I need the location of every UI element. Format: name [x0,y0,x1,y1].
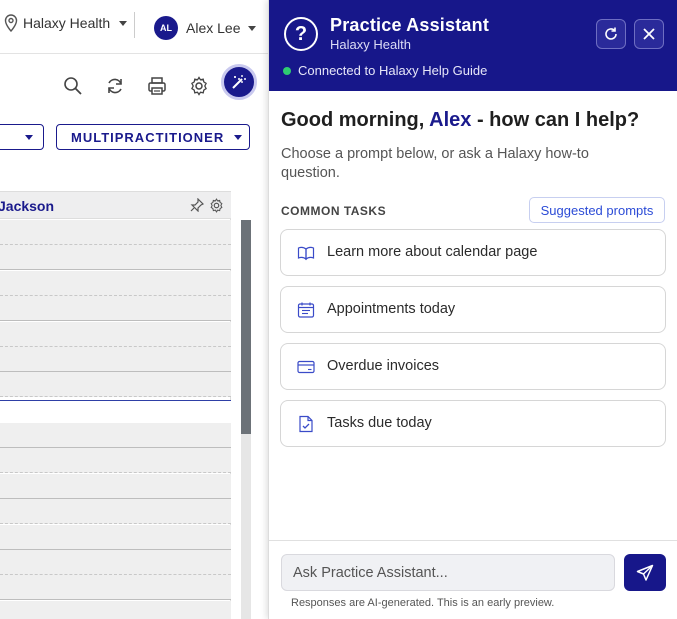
practitioner-name: Jackson [0,198,55,214]
calendar-slot[interactable] [0,525,231,550]
close-icon [643,28,655,40]
map-pin-icon [4,14,18,32]
ai-disclaimer: Responses are AI-generated. This is an e… [291,597,555,609]
calendar-grid: Jackson [0,191,231,619]
greeting-name: Alex [429,109,472,131]
calendar-slot[interactable] [0,499,231,524]
calendar-slot[interactable] [0,423,231,448]
calendar-slot[interactable] [0,372,231,397]
calendar-slot[interactable] [0,575,231,600]
practitioner-column-header: Jackson [0,191,231,219]
status-dot-icon [283,66,291,75]
location-label: Halaxy Health [23,15,111,31]
magic-wand-icon [232,75,246,89]
calendar-slot[interactable] [0,550,231,575]
chevron-down-icon [25,134,33,140]
refresh-icon [605,27,617,40]
chevron-down-icon [234,134,243,140]
send-button[interactable] [624,554,666,591]
task-label: Tasks due today [327,415,432,431]
scrollbar-thumb[interactable] [241,220,251,434]
calendar-slot[interactable] [0,347,231,372]
search-icon[interactable] [63,76,83,96]
close-button[interactable] [634,19,664,49]
connection-status-text: Connected to Halaxy Help Guide [298,63,488,78]
task-learn-calendar[interactable]: Learn more about calendar page [280,229,666,276]
book-icon [297,246,315,261]
calendar-icon [297,302,315,318]
calendar-slot[interactable] [0,322,231,347]
user-menu[interactable]: AL Alex Lee [154,16,257,40]
multipractitioner-dropdown[interactable]: MULTIPRACTITIONER [56,124,250,150]
column-settings-icon[interactable] [209,198,224,213]
multipractitioner-label: MULTIPRACTITIONER [71,129,225,145]
assistant-subtitle: Halaxy Health [330,37,411,52]
calendar-slot[interactable] [0,400,231,425]
assistant-title: Practice Assistant [330,15,490,35]
greeting-prefix: Good morning, [281,109,425,131]
greeting: Good morning, Alex - how can I help? [281,109,639,132]
magic-wand-button[interactable] [221,64,257,100]
chevron-down-icon [248,25,257,31]
task-label: Appointments today [327,301,456,317]
task-label: Learn more about calendar page [327,244,538,260]
suggested-prompts-button[interactable]: Suggested prompts [529,197,665,223]
reset-button[interactable] [596,19,626,49]
greeting-suffix: - how can I help? [476,109,640,131]
top-bar: Halaxy Health AL Alex Lee [0,0,268,54]
app-root: Halaxy Health AL Alex Lee MULTIPRACTITIO… [0,0,677,619]
common-tasks-heading: COMMON TASKS [281,204,387,218]
ask-input[interactable] [281,554,615,591]
assistant-footer: Responses are AI-generated. This is an e… [269,540,677,619]
connection-status: Connected to Halaxy Help Guide [283,63,487,78]
user-name: Alex Lee [186,20,241,36]
pin-icon[interactable] [190,198,204,212]
refresh-icon[interactable] [105,76,125,96]
print-icon[interactable] [147,76,167,96]
calendar-slot[interactable] [0,474,231,499]
calendar-slot[interactable] [0,448,231,473]
calendar-slot[interactable] [0,245,231,270]
location-selector[interactable]: Halaxy Health [4,14,128,32]
avatar: AL [154,16,178,40]
practice-assistant-panel: ? Practice Assistant Halaxy Health Conne… [268,0,677,619]
task-overdue-invoices[interactable]: Overdue invoices [280,343,666,390]
task-label: Overdue invoices [327,358,440,374]
credit-card-icon [297,360,315,374]
settings-icon[interactable] [189,76,209,96]
task-appointments-today[interactable]: Appointments today [280,286,666,333]
calendar-slot[interactable] [0,220,231,245]
chevron-down-icon [119,20,128,26]
help-question-icon: ? [284,17,318,51]
task-document-icon [299,415,313,433]
calendar-slot[interactable] [0,271,231,296]
task-tasks-due-today[interactable]: Tasks due today [280,400,666,447]
view-dropdown[interactable] [0,124,44,150]
intro-text: Choose a prompt below, or ask a Halaxy h… [281,146,589,181]
calendar-app-background: Halaxy Health AL Alex Lee MULTIPRACTITIO… [0,0,268,619]
calendar-slot[interactable] [0,296,231,321]
assistant-header: ? Practice Assistant Halaxy Health Conne… [269,0,677,91]
calendar-slot[interactable] [0,601,231,619]
send-icon [636,564,654,581]
divider [134,12,135,38]
